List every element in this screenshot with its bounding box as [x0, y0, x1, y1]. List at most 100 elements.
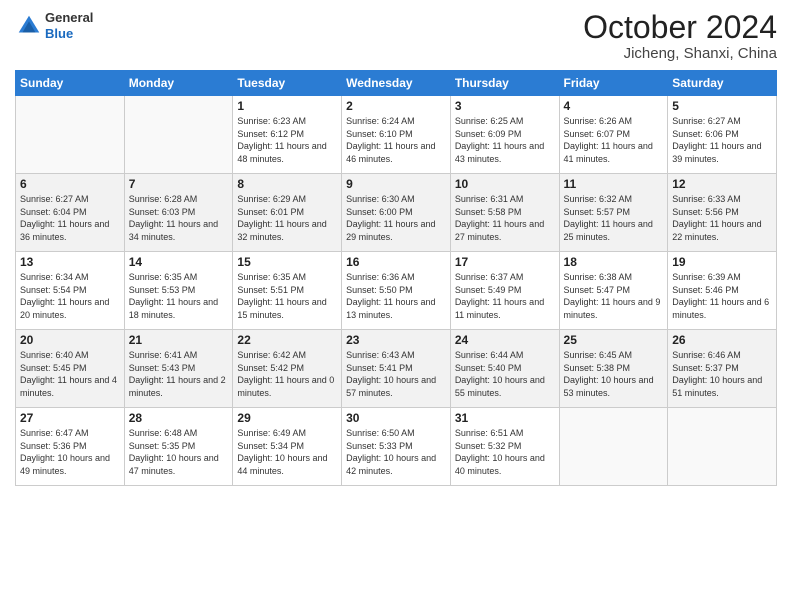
day-cell: 25 Sunrise: 6:45 AMSunset: 5:38 PMDayligh… — [559, 330, 668, 408]
day-number: 30 — [346, 411, 446, 425]
title-block: October 2024 Jicheng, Shanxi, China — [583, 10, 777, 62]
day-cell: 31 Sunrise: 6:51 AMSunset: 5:32 PMDayligh… — [450, 408, 559, 486]
day-cell: 15 Sunrise: 6:35 AMSunset: 5:51 PMDayligh… — [233, 252, 342, 330]
column-header-saturday: Saturday — [668, 71, 777, 96]
logo-blue: Blue — [45, 26, 93, 42]
day-info: Sunrise: 6:48 AMSunset: 5:35 PMDaylight:… — [129, 427, 229, 477]
day-cell — [16, 96, 125, 174]
day-cell: 11 Sunrise: 6:32 AMSunset: 5:57 PMDayligh… — [559, 174, 668, 252]
day-info: Sunrise: 6:44 AMSunset: 5:40 PMDaylight:… — [455, 349, 555, 399]
day-info: Sunrise: 6:27 AMSunset: 6:04 PMDaylight:… — [20, 193, 120, 243]
day-info: Sunrise: 6:42 AMSunset: 5:42 PMDaylight:… — [237, 349, 337, 399]
day-cell: 7Sunrise: 6:28 AMSunset: 6:03 PMDaylight… — [124, 174, 233, 252]
day-number: 31 — [455, 411, 555, 425]
week-row-4: 20 Sunrise: 6:40 AMSunset: 5:45 PMDayligh… — [16, 330, 777, 408]
day-cell: 13 Sunrise: 6:34 AMSunset: 5:54 PMDayligh… — [16, 252, 125, 330]
day-info: Sunrise: 6:24 AMSunset: 6:10 PMDaylight:… — [346, 115, 446, 165]
day-cell: 12Sunrise: 6:33 AMSunset: 5:56 PMDayligh… — [668, 174, 777, 252]
day-info: Sunrise: 6:23 AMSunset: 6:12 PMDaylight:… — [237, 115, 337, 165]
day-info: Sunrise: 6:45 AMSunset: 5:38 PMDaylight:… — [564, 349, 664, 399]
day-info: Sunrise: 6:36 AMSunset: 5:50 PMDaylight:… — [346, 271, 446, 321]
day-info: Sunrise: 6:47 AMSunset: 5:36 PMDaylight:… — [20, 427, 120, 477]
day-cell: 2 Sunrise: 6:24 AMSunset: 6:10 PMDaylight… — [342, 96, 451, 174]
column-header-thursday: Thursday — [450, 71, 559, 96]
day-cell: 22 Sunrise: 6:42 AMSunset: 5:42 PMDayligh… — [233, 330, 342, 408]
day-cell: 9Sunrise: 6:30 AMSunset: 6:00 PMDaylight… — [342, 174, 451, 252]
day-info: Sunrise: 6:34 AMSunset: 5:54 PMDaylight:… — [20, 271, 120, 321]
day-info: Sunrise: 6:35 AMSunset: 5:51 PMDaylight:… — [237, 271, 337, 321]
location-title: Jicheng, Shanxi, China — [583, 45, 777, 62]
day-cell: 19Sunrise: 6:39 AMSunset: 5:46 PMDayligh… — [668, 252, 777, 330]
day-info: Sunrise: 6:41 AMSunset: 5:43 PMDaylight:… — [129, 349, 229, 399]
column-header-monday: Monday — [124, 71, 233, 96]
day-number: 29 — [237, 411, 337, 425]
day-number: 17 — [455, 255, 555, 269]
day-cell: 21 Sunrise: 6:41 AMSunset: 5:43 PMDayligh… — [124, 330, 233, 408]
week-row-5: 27Sunrise: 6:47 AMSunset: 5:36 PMDayligh… — [16, 408, 777, 486]
day-info: Sunrise: 6:32 AMSunset: 5:57 PMDaylight:… — [564, 193, 664, 243]
day-cell — [668, 408, 777, 486]
logo: General Blue — [15, 10, 93, 41]
day-cell: 30 Sunrise: 6:50 AMSunset: 5:33 PMDayligh… — [342, 408, 451, 486]
day-number: 8 — [237, 177, 337, 191]
day-info: Sunrise: 6:31 AMSunset: 5:58 PMDaylight:… — [455, 193, 555, 243]
day-number: 26 — [672, 333, 772, 347]
day-info: Sunrise: 6:43 AMSunset: 5:41 PMDaylight:… — [346, 349, 446, 399]
day-info: Sunrise: 6:39 AMSunset: 5:46 PMDaylight:… — [672, 271, 772, 321]
page-header: General Blue October 2024 Jicheng, Shanx… — [15, 10, 777, 62]
day-cell: 14 Sunrise: 6:35 AMSunset: 5:53 PMDayligh… — [124, 252, 233, 330]
day-info: Sunrise: 6:51 AMSunset: 5:32 PMDaylight:… — [455, 427, 555, 477]
day-cell: 3Sunrise: 6:25 AMSunset: 6:09 PMDaylight… — [450, 96, 559, 174]
day-info: Sunrise: 6:33 AMSunset: 5:56 PMDaylight:… — [672, 193, 772, 243]
day-info: Sunrise: 6:38 AMSunset: 5:47 PMDaylight:… — [564, 271, 664, 321]
week-row-1: 1 Sunrise: 6:23 AMSunset: 6:12 PMDaylight… — [16, 96, 777, 174]
day-cell: 27Sunrise: 6:47 AMSunset: 5:36 PMDayligh… — [16, 408, 125, 486]
day-number: 15 — [237, 255, 337, 269]
day-number: 21 — [129, 333, 229, 347]
day-cell: 20 Sunrise: 6:40 AMSunset: 5:45 PMDayligh… — [16, 330, 125, 408]
day-cell: 17 Sunrise: 6:37 AMSunset: 5:49 PMDayligh… — [450, 252, 559, 330]
day-info: Sunrise: 6:40 AMSunset: 5:45 PMDaylight:… — [20, 349, 120, 399]
day-number: 5 — [672, 99, 772, 113]
day-cell: 18Sunrise: 6:38 AMSunset: 5:47 PMDayligh… — [559, 252, 668, 330]
day-info: Sunrise: 6:49 AMSunset: 5:34 PMDaylight:… — [237, 427, 337, 477]
day-info: Sunrise: 6:27 AMSunset: 6:06 PMDaylight:… — [672, 115, 772, 165]
logo-icon — [15, 12, 43, 40]
logo-general: General — [45, 10, 93, 26]
day-number: 6 — [20, 177, 120, 191]
day-number: 14 — [129, 255, 229, 269]
day-number: 1 — [237, 99, 337, 113]
column-header-tuesday: Tuesday — [233, 71, 342, 96]
day-info: Sunrise: 6:37 AMSunset: 5:49 PMDaylight:… — [455, 271, 555, 321]
calendar-page: General Blue October 2024 Jicheng, Shanx… — [0, 0, 792, 612]
column-header-sunday: Sunday — [16, 71, 125, 96]
day-cell: 23 Sunrise: 6:43 AMSunset: 5:41 PMDayligh… — [342, 330, 451, 408]
day-number: 3 — [455, 99, 555, 113]
day-cell: 29 Sunrise: 6:49 AMSunset: 5:34 PMDayligh… — [233, 408, 342, 486]
day-info: Sunrise: 6:35 AMSunset: 5:53 PMDaylight:… — [129, 271, 229, 321]
day-info: Sunrise: 6:26 AMSunset: 6:07 PMDaylight:… — [564, 115, 664, 165]
week-row-2: 6 Sunrise: 6:27 AMSunset: 6:04 PMDaylight… — [16, 174, 777, 252]
day-info: Sunrise: 6:29 AMSunset: 6:01 PMDaylight:… — [237, 193, 337, 243]
day-number: 4 — [564, 99, 664, 113]
column-header-wednesday: Wednesday — [342, 71, 451, 96]
day-info: Sunrise: 6:50 AMSunset: 5:33 PMDaylight:… — [346, 427, 446, 477]
day-number: 9 — [346, 177, 446, 191]
day-number: 7 — [129, 177, 229, 191]
day-number: 22 — [237, 333, 337, 347]
day-number: 11 — [564, 177, 664, 191]
day-number: 28 — [129, 411, 229, 425]
logo-text: General Blue — [45, 10, 93, 41]
day-cell: 5 Sunrise: 6:27 AMSunset: 6:06 PMDaylight… — [668, 96, 777, 174]
day-number: 20 — [20, 333, 120, 347]
day-number: 13 — [20, 255, 120, 269]
day-cell — [559, 408, 668, 486]
column-header-friday: Friday — [559, 71, 668, 96]
week-row-3: 13 Sunrise: 6:34 AMSunset: 5:54 PMDayligh… — [16, 252, 777, 330]
day-cell: 4 Sunrise: 6:26 AMSunset: 6:07 PMDaylight… — [559, 96, 668, 174]
day-number: 2 — [346, 99, 446, 113]
day-number: 25 — [564, 333, 664, 347]
day-number: 23 — [346, 333, 446, 347]
header-row: SundayMondayTuesdayWednesdayThursdayFrid… — [16, 71, 777, 96]
day-cell: 24Sunrise: 6:44 AMSunset: 5:40 PMDayligh… — [450, 330, 559, 408]
